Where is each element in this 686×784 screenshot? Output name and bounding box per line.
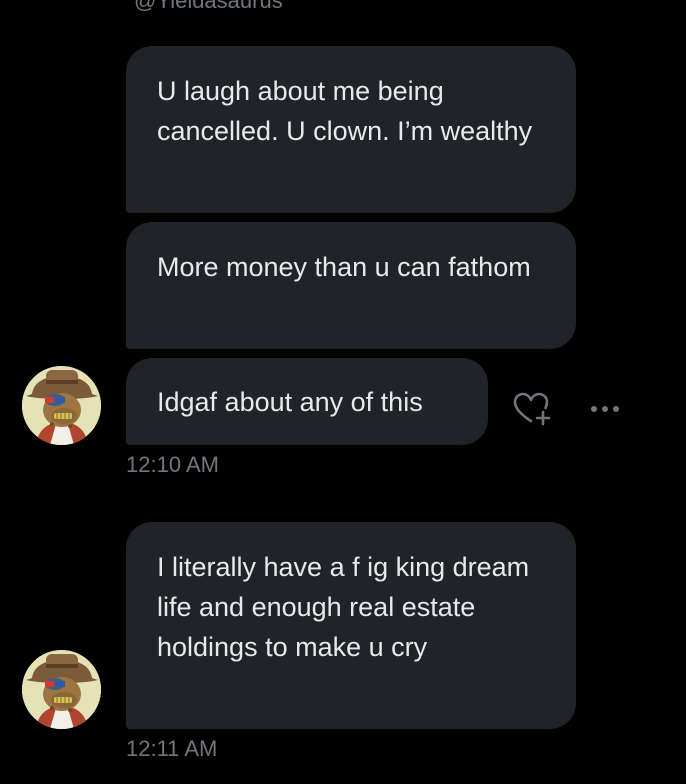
message-bubble[interactable]: Idgaf about any of this <box>126 358 488 445</box>
sender-handle[interactable]: @Yieldasaurus <box>134 0 283 14</box>
message-bubble[interactable]: More money than u can fathom <box>126 222 576 349</box>
more-horizontal-icon[interactable] <box>588 400 624 418</box>
ape-avatar-icon <box>22 366 101 445</box>
ape-avatar-icon <box>22 650 101 729</box>
message-bubble[interactable]: U laugh about me being cancelled. U clow… <box>126 46 576 213</box>
message-timestamp: 12:11 AM <box>126 736 218 761</box>
message-text: More money than u can fathom <box>157 252 531 282</box>
message-text: U laugh about me being cancelled. U clow… <box>157 76 533 146</box>
message-timestamp: 12:10 AM <box>126 452 219 477</box>
avatar[interactable] <box>22 366 101 445</box>
avatar[interactable] <box>22 650 101 729</box>
message-bubble[interactable]: I literally have a f ig king dream life … <box>126 522 576 729</box>
message-text: Idgaf about any of this <box>157 387 423 417</box>
message-text: I literally have a f ig king dream life … <box>157 552 530 662</box>
heart-plus-icon[interactable] <box>512 391 552 427</box>
